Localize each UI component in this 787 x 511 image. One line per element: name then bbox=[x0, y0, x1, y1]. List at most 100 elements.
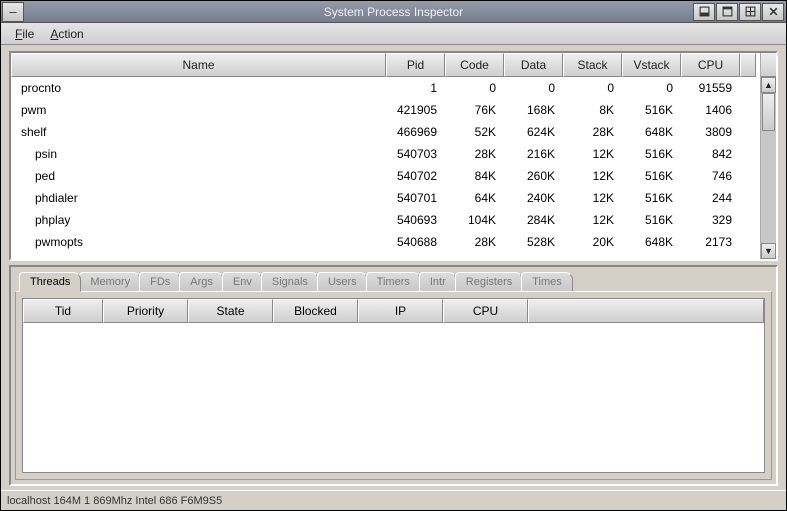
process-header-row: Name Pid Code Data Stack Vstack CPU bbox=[11, 53, 760, 77]
tab-users[interactable]: Users bbox=[317, 272, 368, 291]
process-scrollbar[interactable]: ▲ ▼ bbox=[760, 53, 776, 259]
table-cell: procnto bbox=[11, 81, 386, 95]
table-cell: 3809 bbox=[681, 125, 740, 139]
table-row[interactable]: phplay540693104K284K12K516K329 bbox=[11, 209, 760, 231]
table-row[interactable]: procnto1000091559 bbox=[11, 77, 760, 99]
table-cell: 216K bbox=[504, 147, 563, 161]
col-code[interactable]: Code bbox=[445, 53, 504, 77]
scroll-track[interactable] bbox=[761, 93, 776, 243]
table-cell: 624K bbox=[504, 125, 563, 139]
menu-file[interactable]: File bbox=[7, 25, 42, 43]
table-row[interactable]: psin54070328K216K12K516K842 bbox=[11, 143, 760, 165]
tab-signals[interactable]: Signals bbox=[261, 272, 319, 291]
table-cell: 240K bbox=[504, 191, 563, 205]
tcol-ip[interactable]: IP bbox=[358, 299, 443, 323]
table-cell: 540702 bbox=[386, 169, 445, 183]
table-cell: 20K bbox=[563, 235, 622, 249]
col-data[interactable]: Data bbox=[504, 53, 563, 77]
table-cell: 1406 bbox=[681, 103, 740, 117]
tab-args[interactable]: Args bbox=[179, 272, 224, 291]
table-cell: 0 bbox=[622, 81, 681, 95]
process-rows[interactable]: procnto1000091559pwm42190576K168K8K516K1… bbox=[11, 77, 760, 259]
tab-times[interactable]: Times bbox=[521, 272, 573, 291]
scroll-thumb[interactable] bbox=[762, 93, 775, 131]
window-controls bbox=[693, 3, 786, 21]
tcol-tid[interactable]: Tid bbox=[23, 299, 103, 323]
col-pid[interactable]: Pid bbox=[386, 53, 445, 77]
table-cell: 0 bbox=[563, 81, 622, 95]
window-title: System Process Inspector bbox=[1, 5, 786, 19]
table-cell: 421905 bbox=[386, 103, 445, 117]
table-cell: 12K bbox=[563, 191, 622, 205]
table-cell: 12K bbox=[563, 147, 622, 161]
table-row[interactable]: pwm42190576K168K8K516K1406 bbox=[11, 99, 760, 121]
thread-header-row: Tid Priority State Blocked IP CPU bbox=[23, 299, 764, 323]
col-stack[interactable]: Stack bbox=[563, 53, 622, 77]
col-name[interactable]: Name bbox=[11, 53, 386, 77]
menu-action[interactable]: Action bbox=[42, 25, 91, 43]
table-cell: 516K bbox=[622, 213, 681, 227]
table-cell: 168K bbox=[504, 103, 563, 117]
table-cell: 648K bbox=[622, 235, 681, 249]
table-cell: 516K bbox=[622, 169, 681, 183]
table-cell: 52K bbox=[445, 125, 504, 139]
table-cell: pwmopts bbox=[11, 235, 386, 249]
table-cell: 104K bbox=[445, 213, 504, 227]
tcol-state[interactable]: State bbox=[188, 299, 273, 323]
scroll-up-button[interactable]: ▲ bbox=[761, 77, 776, 93]
detail-panel: ThreadsMemoryFDsArgsEnvSignalsUsersTimer… bbox=[9, 265, 778, 486]
tab-registers[interactable]: Registers bbox=[455, 272, 523, 291]
tab-threads[interactable]: Threads bbox=[19, 272, 81, 292]
main-window: – System Process Inspector File Action bbox=[0, 0, 787, 511]
table-cell: phdialer bbox=[11, 191, 386, 205]
table-cell: 28K bbox=[445, 235, 504, 249]
close-button[interactable] bbox=[762, 3, 784, 21]
col-vstack[interactable]: Vstack bbox=[622, 53, 681, 77]
table-cell: 91559 bbox=[681, 81, 740, 95]
menubar: File Action bbox=[1, 23, 786, 45]
table-cell: 28K bbox=[445, 147, 504, 161]
table-row[interactable]: phdialer54070164K240K12K516K244 bbox=[11, 187, 760, 209]
table-cell: 28K bbox=[563, 125, 622, 139]
process-panel: Name Pid Code Data Stack Vstack CPU proc… bbox=[9, 51, 778, 261]
status-text: localhost 164M 1 869Mhz Intel 686 F6M9S5 bbox=[7, 495, 222, 507]
table-cell: 1 bbox=[386, 81, 445, 95]
tab-env[interactable]: Env bbox=[222, 272, 263, 291]
thread-rows-empty bbox=[23, 323, 764, 472]
chevron-up-icon: ▲ bbox=[764, 80, 773, 90]
table-cell: ped bbox=[11, 169, 386, 183]
chevron-down-icon: ▼ bbox=[764, 246, 773, 256]
tcol-cpu[interactable]: CPU bbox=[443, 299, 528, 323]
table-cell: shelf bbox=[11, 125, 386, 139]
col-cpu[interactable]: CPU bbox=[681, 53, 740, 77]
table-cell: 0 bbox=[504, 81, 563, 95]
table-cell: 284K bbox=[504, 213, 563, 227]
thread-table: Tid Priority State Blocked IP CPU bbox=[22, 298, 765, 473]
tcol-blocked[interactable]: Blocked bbox=[273, 299, 358, 323]
dash-icon: – bbox=[9, 4, 16, 19]
titlebar[interactable]: – System Process Inspector bbox=[1, 1, 786, 23]
workarea: Name Pid Code Data Stack Vstack CPU proc… bbox=[1, 45, 786, 490]
table-cell: 76K bbox=[445, 103, 504, 117]
table-row[interactable]: pwmopts54068828K528K20K648K2173 bbox=[11, 231, 760, 253]
tab-intr[interactable]: Intr bbox=[419, 272, 457, 291]
maximize-button[interactable] bbox=[716, 3, 738, 21]
tab-memory[interactable]: Memory bbox=[79, 272, 141, 291]
minimize-button[interactable] bbox=[693, 3, 715, 21]
system-menu-button[interactable]: – bbox=[2, 2, 24, 22]
table-cell: 842 bbox=[681, 147, 740, 161]
scrollbar-corner bbox=[761, 53, 776, 77]
tabstrip: ThreadsMemoryFDsArgsEnvSignalsUsersTimer… bbox=[15, 271, 772, 291]
scroll-down-button[interactable]: ▼ bbox=[761, 243, 776, 259]
tab-timers[interactable]: Timers bbox=[366, 272, 421, 291]
table-cell: 540688 bbox=[386, 235, 445, 249]
close-icon bbox=[768, 6, 779, 17]
restore-button[interactable] bbox=[739, 3, 761, 21]
restore-icon bbox=[745, 6, 756, 17]
tab-fds[interactable]: FDs bbox=[139, 272, 181, 291]
table-cell: 244 bbox=[681, 191, 740, 205]
table-row[interactable]: shelf46696952K624K28K648K3809 bbox=[11, 121, 760, 143]
table-row[interactable]: ped54070284K260K12K516K746 bbox=[11, 165, 760, 187]
tcol-priority[interactable]: Priority bbox=[103, 299, 188, 323]
maximize-icon bbox=[722, 6, 733, 17]
